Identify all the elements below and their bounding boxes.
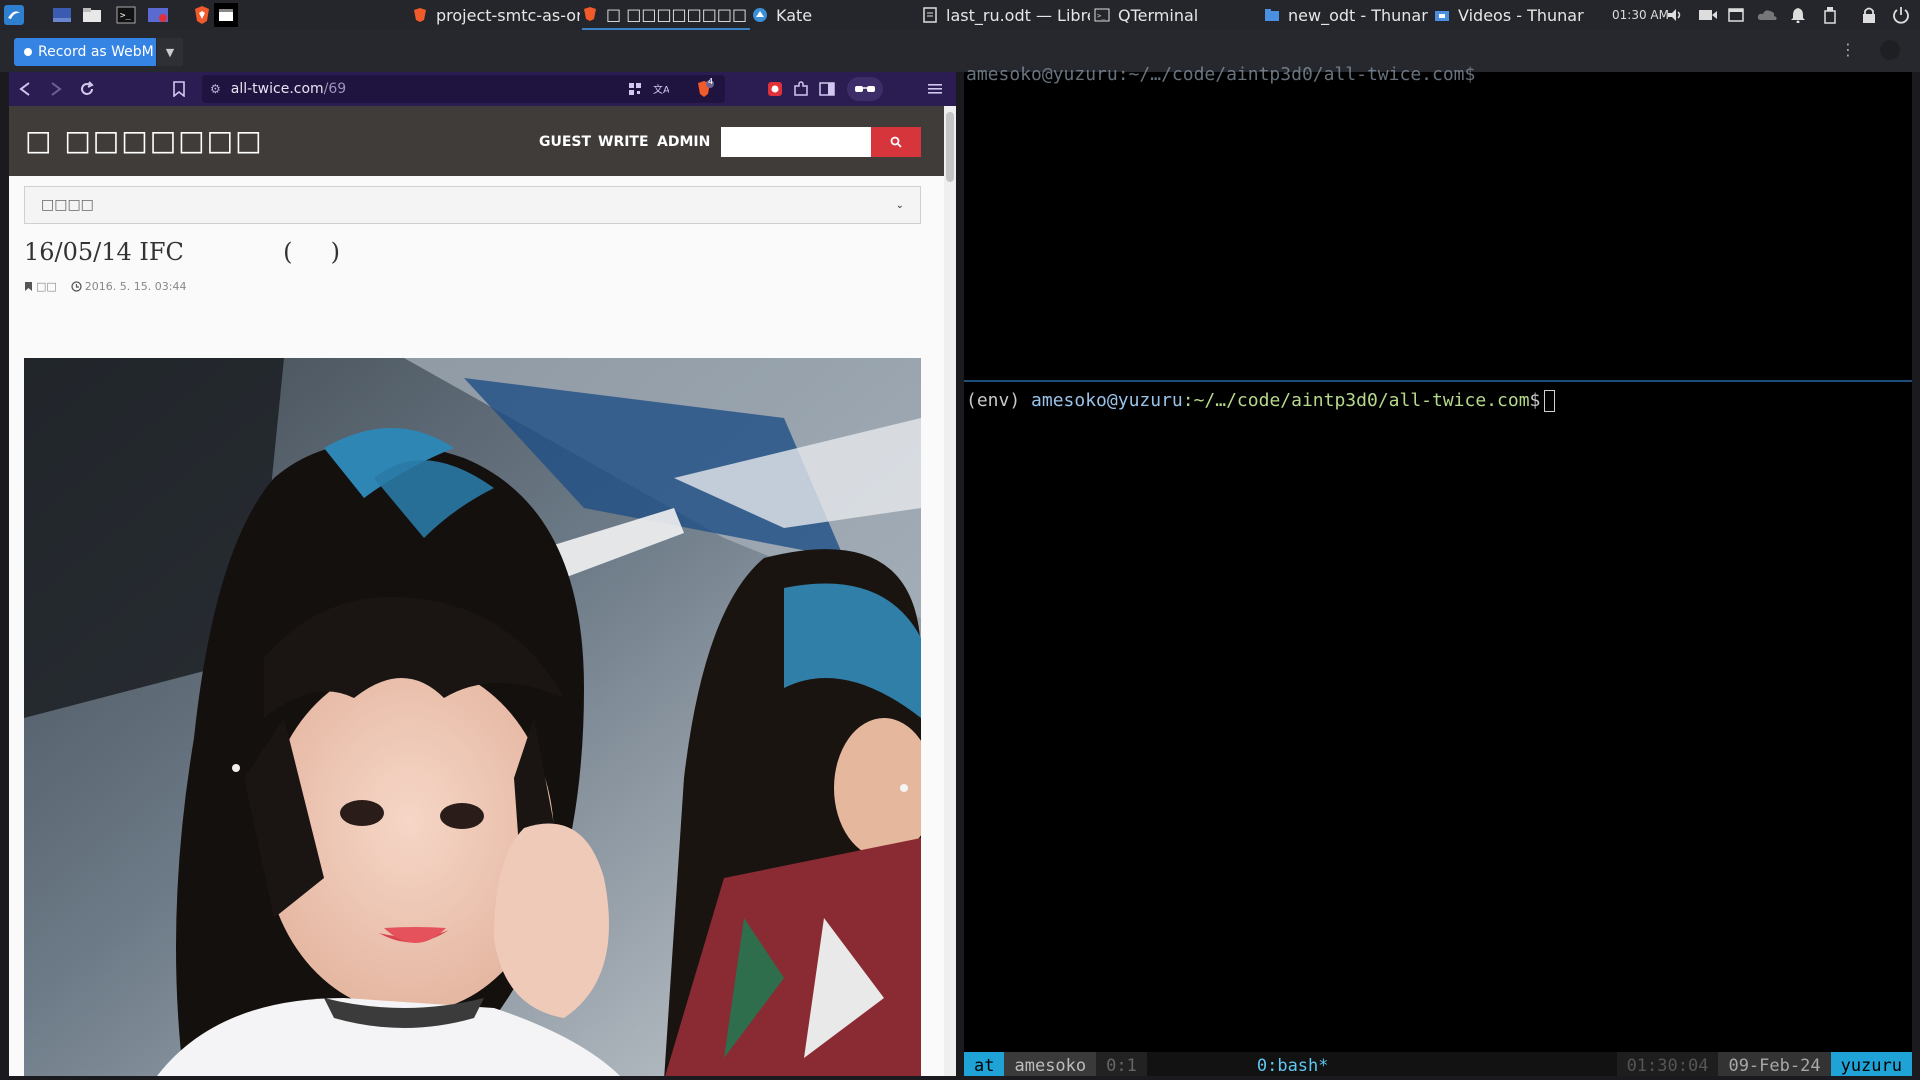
site-search-input[interactable] xyxy=(721,127,873,157)
show-desktop-icon[interactable] xyxy=(50,3,74,27)
site-logo[interactable]: □ □□□□□□□ xyxy=(25,124,264,157)
private-glasses-icon[interactable] xyxy=(847,77,883,101)
scrollbar-thumb[interactable] xyxy=(946,112,954,182)
task-label: QTerminal xyxy=(1118,5,1199,25)
bookmark-icon xyxy=(25,282,32,291)
back-icon[interactable] xyxy=(13,77,37,101)
record-button-label: Record as WebM xyxy=(38,44,154,60)
extensions-puzzle-icon[interactable] xyxy=(789,77,813,101)
terminal-prompt[interactable]: (env) amesoko@yuzuru:~/…/code/aintp3d0/a… xyxy=(966,390,1556,412)
task-brave-project[interactable]: project-smtc-as-or… xyxy=(412,0,580,30)
sidebar-toggle-icon[interactable] xyxy=(815,77,839,101)
svg-text:>_: >_ xyxy=(1097,12,1106,20)
svg-text:>_: >_ xyxy=(120,11,131,21)
nav-guest[interactable]: GUEST xyxy=(539,134,591,150)
record-dot-icon xyxy=(24,48,32,56)
terminal-launcher-icon[interactable]: >_ xyxy=(114,3,138,27)
post-meta: □□ 2016. 5. 15. 03:44 xyxy=(24,280,186,293)
prompt-path: :~/…/code/aintp3d0/all-twice.com xyxy=(1182,390,1530,411)
forward-icon[interactable] xyxy=(44,77,68,101)
kate-icon xyxy=(752,7,768,23)
prompt-symbol: $ xyxy=(1529,390,1541,411)
folder-icon xyxy=(1264,7,1280,23)
shields-badge-count: 4 xyxy=(708,77,714,86)
prompt-user: amesoko@yuzuru xyxy=(1031,390,1183,411)
volume-icon[interactable] xyxy=(1666,0,1684,30)
post-category[interactable]: □□ xyxy=(36,280,57,293)
document-icon xyxy=(922,7,938,23)
task-brave-active[interactable]: □ □□□□□□□□ … xyxy=(582,0,750,30)
file-manager-icon[interactable] xyxy=(80,3,104,27)
record-options-dropdown[interactable]: ▼ xyxy=(157,38,183,66)
top-panel: >_ project-smtc-as-or… □ □□□□□□□□ … Kate… xyxy=(0,0,1920,30)
camera-icon[interactable] xyxy=(1698,0,1718,30)
brave-launcher-icon[interactable] xyxy=(190,3,214,27)
site-header: □ □□□□□□□ GUEST WRITE ADMIN xyxy=(9,106,956,176)
site-info-icon[interactable]: ⚙ xyxy=(210,82,221,96)
task-kate[interactable]: Kate xyxy=(752,0,912,30)
task-qterminal[interactable]: >_ QTerminal xyxy=(1094,0,1254,30)
terminal-window[interactable]: amesoko@yuzuru:~/…/code/aintp3d0/all-twi… xyxy=(964,64,1912,1080)
prompt-env: (env) xyxy=(966,390,1032,411)
nav-write[interactable]: WRITE xyxy=(598,134,649,150)
browser-window: ⚙ all-twice.com /69 文A 4 □ □□□□□□□ GUEST… xyxy=(9,72,956,1080)
task-label: new_odt - Thunar xyxy=(1288,5,1428,25)
video-folder-icon xyxy=(1434,7,1450,23)
kebab-menu-icon[interactable]: ⋮ xyxy=(1840,40,1856,59)
task-label: Kate xyxy=(776,5,813,25)
chevron-down-icon: ▼ xyxy=(165,45,175,59)
cloud-icon[interactable] xyxy=(1756,0,1778,30)
chevron-down-icon: ⌄ xyxy=(895,199,904,211)
terminal-icon: >_ xyxy=(1094,7,1110,23)
recorder-bar: Record as WebM ▼ ⋮ xyxy=(0,30,1920,72)
bottom-edge xyxy=(0,1076,1920,1080)
task-label: □ □□□□□□□□ … xyxy=(606,4,750,24)
power-icon[interactable] xyxy=(1892,0,1910,30)
hamburger-menu-icon[interactable] xyxy=(923,77,947,101)
browser-toolbar: ⚙ all-twice.com /69 文A 4 xyxy=(9,72,956,106)
reload-icon[interactable] xyxy=(75,77,99,101)
post-date: 2016. 5. 15. 03:44 xyxy=(84,280,187,293)
window-launcher-icon[interactable] xyxy=(214,3,238,27)
task-label: Videos - Thunar xyxy=(1458,5,1584,25)
search-icon xyxy=(890,136,902,148)
post-photo xyxy=(24,358,921,1080)
task-label: project-smtc-as-or… xyxy=(436,5,580,25)
tmux-pane-divider[interactable] xyxy=(964,380,1912,382)
translate-icon[interactable]: 文A xyxy=(649,77,673,101)
app-menu-icon[interactable] xyxy=(2,3,26,27)
brave-shields-icon[interactable]: 4 xyxy=(693,77,717,101)
category-select-value: □□□□ xyxy=(41,197,94,213)
task-label: last_ru.odt — Libre… xyxy=(946,5,1090,25)
lock-icon[interactable] xyxy=(1862,0,1876,30)
nav-admin[interactable]: ADMIN xyxy=(657,134,710,150)
svg-text:文A: 文A xyxy=(653,83,669,96)
post-title: 16/05/14 IFC ( ) xyxy=(24,238,340,266)
task-thunar-new-odt[interactable]: new_odt - Thunar xyxy=(1264,0,1432,30)
screen-recorder-icon[interactable] xyxy=(146,3,170,27)
site-search-button[interactable] xyxy=(871,127,921,157)
brave-icon xyxy=(412,7,428,23)
category-select[interactable]: □□□□ ⌄ xyxy=(24,186,921,224)
window-icon[interactable] xyxy=(1728,0,1744,30)
circle-status-icon xyxy=(1880,40,1900,60)
bookmark-icon[interactable] xyxy=(167,77,191,101)
clock-icon xyxy=(71,281,82,292)
url-host: all-twice.com xyxy=(230,81,324,97)
record-extension-icon[interactable] xyxy=(763,77,787,101)
url-path: /69 xyxy=(323,81,347,97)
terminal-cursor xyxy=(1544,390,1556,412)
notification-bell-icon[interactable] xyxy=(1790,0,1806,30)
terminal-scrolled-line: amesoko@yuzuru:~/…/code/aintp3d0/all-twi… xyxy=(966,64,1476,85)
brave-icon xyxy=(582,6,598,22)
record-webm-button[interactable]: Record as WebM xyxy=(14,38,156,66)
clock[interactable]: 01:30 AM xyxy=(1612,0,1669,30)
task-libreoffice[interactable]: last_ru.odt — Libre… xyxy=(922,0,1090,30)
usb-icon[interactable] xyxy=(1824,0,1836,30)
page-scrollbar[interactable] xyxy=(944,106,956,1080)
qr-code-icon[interactable] xyxy=(623,77,647,101)
task-thunar-videos[interactable]: Videos - Thunar xyxy=(1434,0,1602,30)
